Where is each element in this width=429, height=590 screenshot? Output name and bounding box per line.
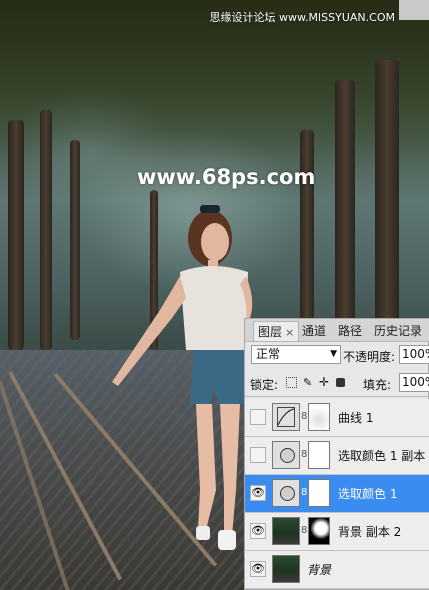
tree-trunk	[8, 120, 24, 350]
curves-icon	[272, 403, 300, 431]
tree-trunk	[300, 130, 314, 350]
layers-panel: 图层× 通道 路径 历史记录 正常 ▼ 不透明度: 100% 锁定: ✎ ✛ 填…	[244, 318, 429, 590]
layer-name: 曲线 1	[338, 411, 374, 425]
photo-thumbnail	[272, 555, 300, 583]
tree-trunk	[70, 140, 80, 340]
lock-transparent-icon[interactable]	[286, 377, 297, 388]
layer-name: 背景	[307, 563, 332, 577]
link-icon[interactable]: 8	[301, 525, 307, 536]
fill-label: 填充:	[363, 378, 392, 392]
layer-name: 选取颜色 1 副本	[338, 449, 426, 463]
photo-thumbnail	[272, 517, 300, 545]
tree-trunk	[40, 110, 52, 350]
lock-move-icon[interactable]: ✛	[319, 376, 330, 388]
tab-label: 图层	[258, 325, 283, 339]
lock-label: 锁定:	[250, 378, 279, 392]
lock-row: 锁定: ✎ ✛ 填充: 100%	[245, 370, 429, 397]
selective-color-icon	[272, 479, 300, 507]
eye-icon[interactable]: 👁	[250, 561, 266, 577]
eye-icon[interactable]: 👁	[250, 523, 266, 539]
tree-trunk	[335, 80, 355, 340]
layer-mask-thumbnail[interactable]	[308, 403, 330, 431]
blend-mode-value: 正常	[256, 347, 281, 361]
forum-watermark: 思缘设计论坛 www.MISSYUAN.COM	[209, 11, 395, 24]
visibility-toggle[interactable]	[250, 447, 266, 463]
layer-row-background-copy-2[interactable]: 👁 8 背景 副本 2	[245, 513, 429, 551]
layer-row-background[interactable]: 👁 背景	[245, 551, 429, 589]
layer-mask-thumbnail[interactable]	[308, 441, 330, 469]
panel-tabs: 图层 × 通道 路径 历史记录	[245, 319, 429, 342]
layer-name: 选取颜色 1	[338, 487, 398, 501]
blend-row: 正常 ▼ 不透明度: 100%	[245, 342, 429, 368]
layer-row-selective-color[interactable]: 👁 8 选取颜色 1	[245, 475, 429, 513]
visibility-toggle[interactable]	[250, 409, 266, 425]
layer-mask-thumbnail[interactable]	[308, 517, 330, 545]
link-icon[interactable]: 8	[301, 411, 307, 422]
chevron-down-icon: ▼	[330, 349, 337, 359]
tab-paths[interactable]: 路径	[334, 321, 366, 341]
tab-label: 历史记录	[374, 324, 423, 338]
tab-label: 路径	[338, 324, 363, 338]
opacity-field[interactable]: 100%	[399, 345, 429, 364]
tab-layers[interactable]: 图层 ×	[253, 321, 300, 341]
layer-row-selective-color-copy[interactable]: 8 选取颜色 1 副本	[245, 437, 429, 475]
lock-all-icon[interactable]	[336, 378, 345, 387]
lock-brush-icon[interactable]: ✎	[303, 377, 314, 388]
eye-icon[interactable]: 👁	[250, 485, 266, 501]
layer-mask-thumbnail[interactable]	[308, 479, 330, 507]
tab-history[interactable]: 历史记录	[370, 321, 426, 341]
document-edge	[399, 0, 429, 20]
close-icon[interactable]: ×	[285, 326, 294, 339]
layer-row-curves[interactable]: 8 曲线 1	[245, 399, 429, 437]
selective-color-icon	[272, 441, 300, 469]
tab-channels[interactable]: 通道	[298, 321, 330, 341]
site-watermark: www.68ps.com	[137, 165, 316, 189]
blend-mode-select[interactable]: 正常 ▼	[251, 345, 341, 364]
link-icon[interactable]: 8	[301, 449, 307, 460]
tab-label: 通道	[302, 324, 327, 338]
layer-name: 背景 副本 2	[338, 525, 402, 539]
tree-trunk	[375, 60, 399, 340]
link-icon[interactable]: 8	[301, 487, 307, 498]
opacity-label: 不透明度:	[343, 350, 396, 364]
fill-field[interactable]: 100%	[399, 373, 429, 392]
